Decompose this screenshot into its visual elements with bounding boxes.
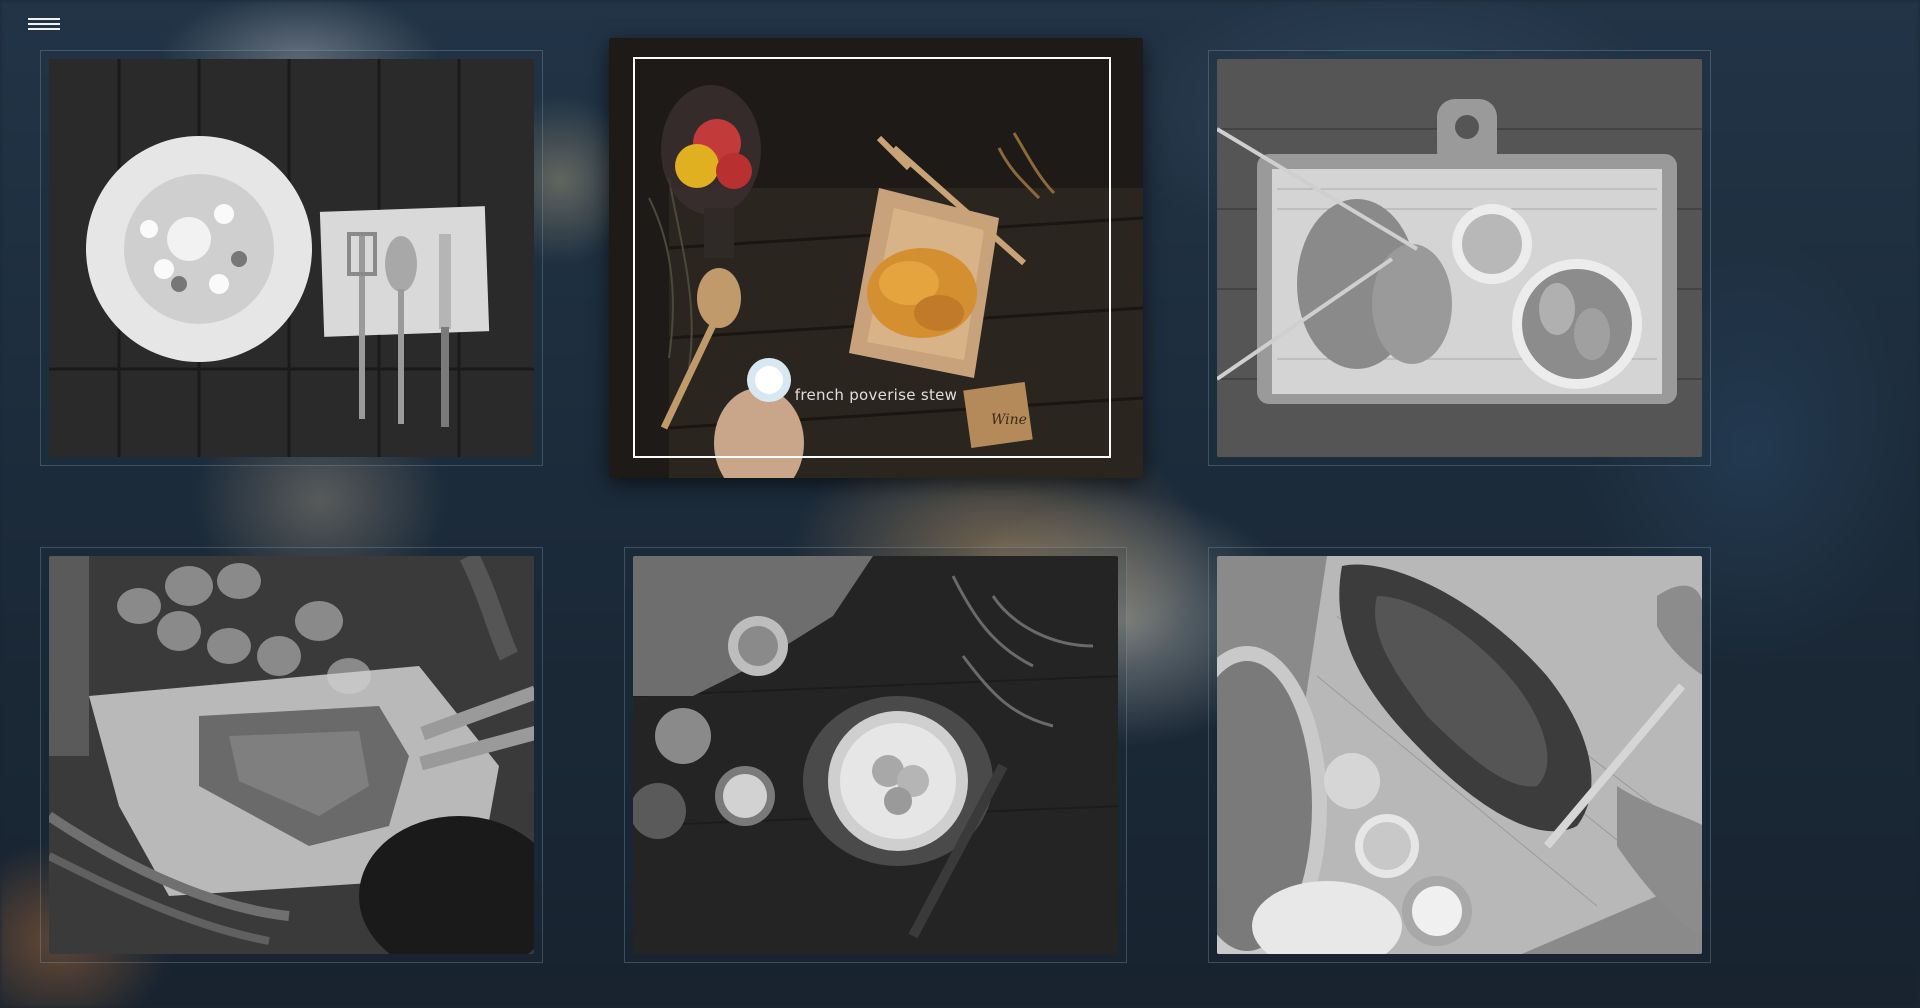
gallery-tile-cake[interactable]	[624, 547, 1127, 963]
gallery-tile-roast[interactable]	[1208, 547, 1711, 963]
tile-caption: french poverise stew	[794, 386, 958, 404]
raw-steak-vegetables-photo	[49, 556, 534, 954]
gallery-tile-fish-and-chips[interactable]	[1208, 50, 1711, 466]
hamburger-menu-icon[interactable]	[28, 18, 60, 34]
cake-on-table-photo	[633, 556, 1118, 954]
croissant-tray-photo: Wine french poverise stew	[609, 38, 1143, 478]
plate-with-cutlery-photo	[49, 59, 534, 457]
roast-meat-carving-photo	[1217, 556, 1702, 954]
fish-and-chips-board-photo	[1217, 59, 1702, 457]
gallery-tile-croissant-active[interactable]: Wine french poverise stew	[609, 38, 1143, 478]
gallery-tile-steak[interactable]	[40, 547, 543, 963]
gallery-tile-plate[interactable]	[40, 50, 543, 466]
